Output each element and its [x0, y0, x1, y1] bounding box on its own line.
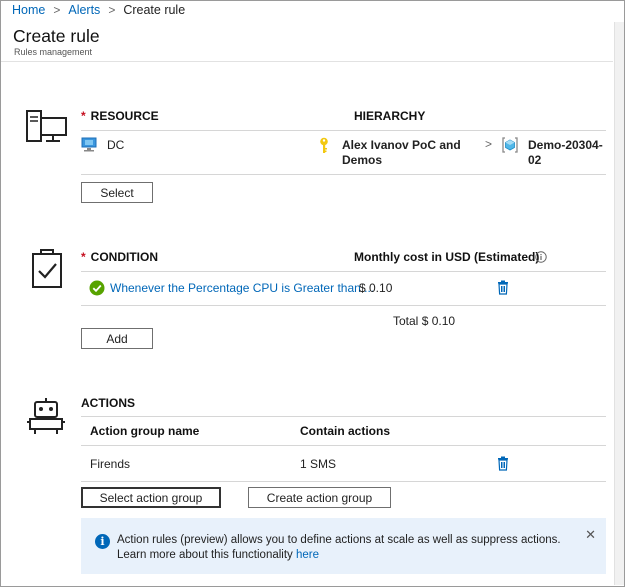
- vertical-scrollbar[interactable]: [614, 22, 624, 585]
- breadcrumb-home[interactable]: Home: [12, 3, 45, 17]
- check-circle-icon: [89, 280, 105, 296]
- hierarchy-header: HIERARCHY: [354, 109, 426, 123]
- breadcrumb-alerts[interactable]: Alerts: [68, 3, 100, 17]
- create-action-group-button[interactable]: Create action group: [248, 487, 391, 508]
- action-group-name: Firends: [90, 457, 131, 471]
- action-group-contain: 1 SMS: [300, 457, 337, 471]
- hierarchy-line-2: Demos: [342, 153, 383, 167]
- condition-item-link[interactable]: Whenever the Percentage CPU is Greater t…: [110, 281, 374, 296]
- select-action-group-button[interactable]: Select action group: [81, 487, 221, 508]
- clipboard-check-icon: [32, 249, 62, 288]
- virtual-machine-icon: [81, 137, 97, 152]
- page-subtitle: Rules management: [14, 47, 93, 57]
- trash-icon[interactable]: [497, 456, 509, 471]
- breadcrumb: Home > Alerts > Create rule: [12, 2, 185, 18]
- breadcrumb-separator: >: [108, 3, 116, 17]
- hierarchy-subscription: Alex Ivanov PoC and Demos: [342, 138, 461, 168]
- total-label: Total: [393, 314, 419, 328]
- robot-icon: [27, 398, 65, 434]
- column-contain-actions: Contain actions: [300, 424, 391, 438]
- info-learn-more-link[interactable]: here: [296, 549, 319, 561]
- required-mark: *: [81, 109, 86, 123]
- condition-total: Total $ 0.10: [393, 314, 455, 329]
- monthly-cost-header: Monthly cost in USD (Estimated): [354, 250, 540, 264]
- actions-header: ACTIONS: [81, 396, 135, 410]
- select-resource-button[interactable]: Select: [81, 182, 153, 203]
- divider: [81, 416, 606, 417]
- hierarchy-line-1: Alex Ivanov PoC and: [342, 138, 461, 152]
- column-action-group-name: Action group name: [90, 424, 200, 438]
- breadcrumb-separator: >: [53, 3, 61, 17]
- info-circle-icon[interactable]: [535, 251, 547, 263]
- condition-header-label: CONDITION: [90, 250, 159, 264]
- divider: [81, 271, 606, 272]
- info-message: Action rules (preview) allows you to def…: [117, 534, 561, 561]
- resource-group-icon: [502, 137, 518, 153]
- divider: [81, 481, 606, 482]
- divider: [81, 305, 606, 306]
- resource-name: DC: [107, 138, 125, 152]
- breadcrumb-current: Create rule: [123, 3, 186, 17]
- chevron-right-icon: >: [485, 137, 493, 151]
- hierarchy-resource-group: Demo-20304- 02: [528, 138, 603, 168]
- resource-header-label: RESOURCE: [90, 109, 159, 123]
- add-condition-button[interactable]: Add: [81, 328, 153, 349]
- info-icon: i: [95, 534, 110, 549]
- total-value: $ 0.10: [421, 314, 456, 328]
- target-line-1: Demo-20304-: [528, 138, 603, 152]
- target-line-2: 02: [528, 153, 542, 167]
- resource-header: * RESOURCE: [81, 109, 159, 123]
- required-mark: *: [81, 250, 86, 264]
- resource-icon: [26, 110, 67, 142]
- info-text: Action rules (preview) allows you to def…: [117, 533, 572, 562]
- key-icon: [320, 137, 328, 153]
- divider: [81, 130, 606, 131]
- divider: [81, 445, 606, 446]
- condition-item-cost: $ 0.10: [359, 281, 393, 295]
- close-icon[interactable]: ✕: [585, 527, 596, 543]
- header-divider: [1, 61, 613, 62]
- info-banner: i Action rules (preview) allows you to d…: [81, 518, 606, 574]
- condition-header: * CONDITION: [81, 250, 158, 264]
- page-title: Create rule: [13, 26, 100, 46]
- divider: [81, 174, 606, 175]
- trash-icon[interactable]: [497, 280, 509, 295]
